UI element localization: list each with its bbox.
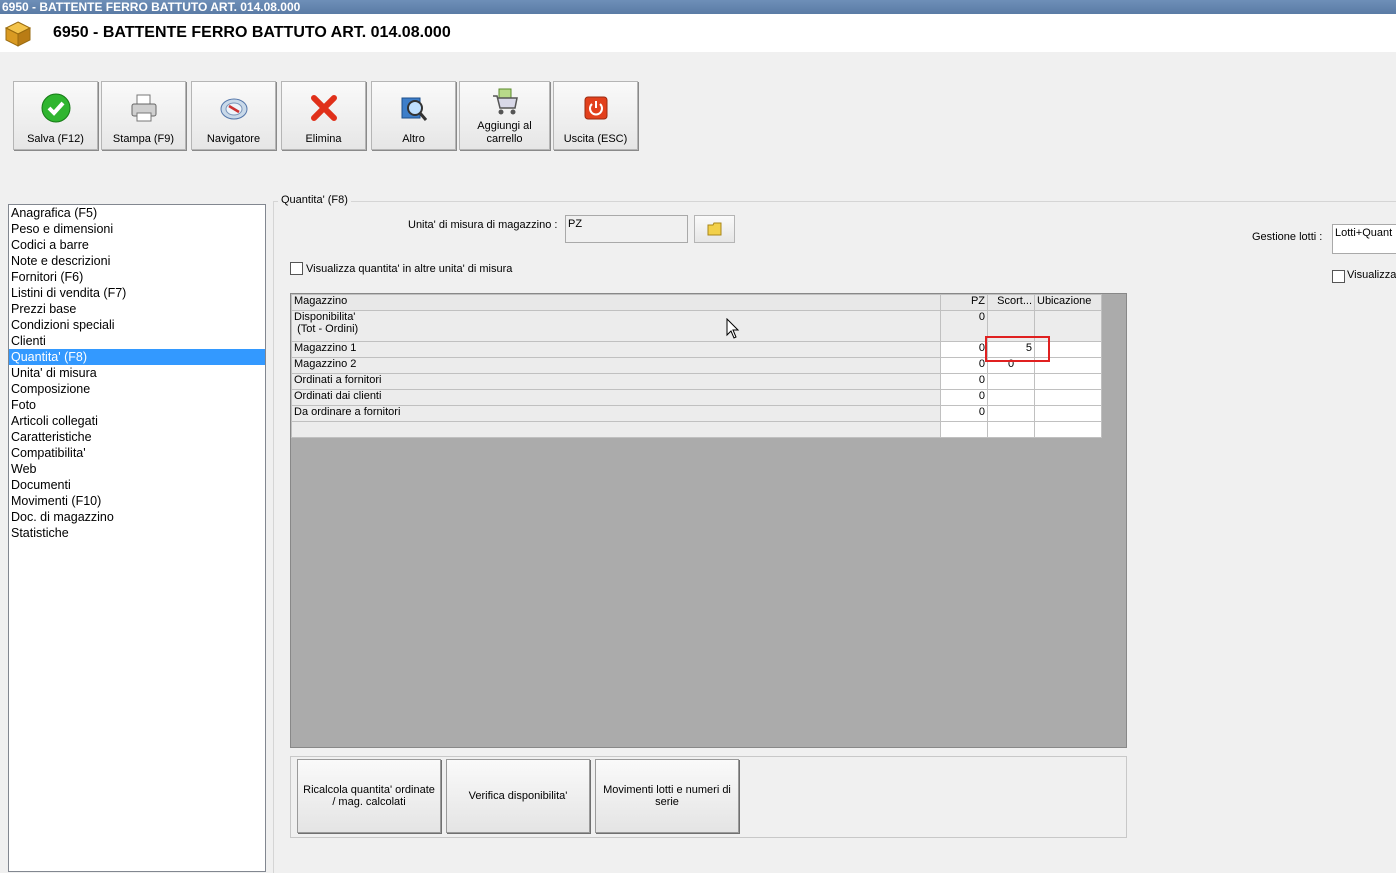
sidebar-item[interactable]: Fornitori (F6) [9, 269, 265, 285]
sidebar-item[interactable]: Codici a barre [9, 237, 265, 253]
add-to-cart-label: Aggiungi al carrello [477, 120, 532, 145]
lots-visualize-label: Visualizza [1347, 269, 1396, 281]
grid-header-row: Magazzino PZ Scort... Ubicazione [291, 294, 1102, 311]
column-header-magazzino[interactable]: Magazzino [291, 294, 941, 311]
cell-scorta[interactable] [987, 421, 1035, 438]
sidebar-item[interactable]: Peso e dimensioni [9, 221, 265, 237]
sidebar-item[interactable]: Listini di vendita (F7) [9, 285, 265, 301]
more-label: Altro [402, 133, 425, 145]
table-row[interactable]: Magazzino 1 0 5 [291, 341, 1102, 358]
add-to-cart-button[interactable]: Aggiungi al carrello [459, 81, 550, 150]
print-label: Stampa (F9) [112, 133, 175, 145]
row-name: Disponibilita' (Tot - Ordini) [291, 310, 941, 342]
column-header-scorta[interactable]: Scort... [987, 294, 1035, 311]
sidebar-item[interactable]: Composizione [9, 381, 265, 397]
sidebar-item[interactable]: Note e descrizioni [9, 253, 265, 269]
folder-icon [707, 222, 722, 236]
navigator-button[interactable]: Navigatore [191, 81, 276, 150]
sidebar-item[interactable]: Statistiche [9, 525, 265, 541]
lots-visualize-checkbox[interactable] [1332, 270, 1345, 283]
row-name [291, 421, 941, 438]
show-other-units-checkbox[interactable] [290, 262, 303, 275]
show-other-units-label: Visualizza quantita' in altre unita' di … [306, 263, 513, 275]
window-title-bar: 6950 - BATTENTE FERRO BATTUTO ART. 014.0… [0, 0, 1396, 14]
sidebar-item[interactable]: Unita' di misura [9, 365, 265, 381]
sidebar-item[interactable]: Articoli collegati [9, 413, 265, 429]
table-row[interactable]: Disponibilita' (Tot - Ordini) 0 [291, 310, 1102, 342]
sidebar-item[interactable]: Foto [9, 397, 265, 413]
uom-label: Unita' di misura di magazzino : [408, 219, 558, 231]
verify-availability-button[interactable]: Verifica disponibilita' [446, 759, 590, 833]
more-button[interactable]: Altro [371, 81, 456, 150]
cell-ubicazione[interactable] [1034, 405, 1102, 422]
table-row[interactable]: Ordinati dai clienti 0 [291, 389, 1102, 406]
header: 6950 - BATTENTE FERRO BATTUTO ART. 014.0… [0, 14, 1396, 52]
compass-icon [220, 98, 247, 120]
recalc-button[interactable]: Ricalcola quantita' ordinate / mag. calc… [297, 759, 441, 833]
navigator-label: Navigatore [206, 133, 261, 145]
uom-browse-button[interactable] [694, 215, 735, 243]
page-title: 6950 - BATTENTE FERRO BATTUTO ART. 014.0… [53, 24, 451, 41]
print-button[interactable]: Stampa (F9) [101, 81, 186, 150]
cell-pz[interactable]: 0 [940, 310, 988, 342]
sidebar-item[interactable]: Anagrafica (F5) [9, 205, 265, 221]
cell-pz[interactable]: 0 [940, 389, 988, 406]
highlight-box [985, 336, 1050, 362]
cell-scorta[interactable] [987, 389, 1035, 406]
sidebar-item[interactable]: Condizioni speciali [9, 317, 265, 333]
table-row-empty[interactable] [291, 421, 1102, 438]
cell-pz[interactable]: 0 [940, 373, 988, 390]
lots-select[interactable]: Lotti+Quant [1332, 224, 1396, 254]
warehouse-table: Magazzino PZ Scort... Ubicazione Disponi… [291, 294, 1102, 438]
sidebar-item[interactable]: Web [9, 461, 265, 477]
cell-pz[interactable]: 0 [940, 357, 988, 374]
cell-ubicazione[interactable] [1034, 421, 1102, 438]
magnifier-icon [401, 97, 427, 121]
delete-x-icon [310, 95, 337, 121]
sidebar: Anagrafica (F5) Peso e dimensioni Codici a… [8, 204, 266, 872]
sidebar-item[interactable]: Doc. di magazzino [9, 509, 265, 525]
cart-icon [492, 88, 518, 115]
exit-label: Uscita (ESC) [563, 133, 628, 145]
lots-moves-button[interactable]: Movimenti lotti e numeri di serie [595, 759, 739, 833]
sidebar-item[interactable]: Documenti [9, 477, 265, 493]
cell-pz[interactable]: 0 [940, 341, 988, 358]
column-header-pz[interactable]: PZ [940, 294, 988, 311]
mouse-cursor-icon [726, 318, 740, 339]
check-icon [41, 93, 70, 123]
delete-button[interactable]: Elimina [281, 81, 366, 150]
cell-ubicazione[interactable] [1034, 373, 1102, 390]
box-icon [4, 21, 32, 47]
cell-ubicazione[interactable] [1034, 389, 1102, 406]
uom-field[interactable]: PZ [565, 215, 688, 243]
exit-button[interactable]: Uscita (ESC) [553, 81, 638, 150]
cell-pz[interactable]: 0 [940, 405, 988, 422]
table-row[interactable]: Da ordinare a fornitori 0 [291, 405, 1102, 422]
row-name: Magazzino 1 [291, 341, 941, 358]
sidebar-item[interactable]: Clienti [9, 333, 265, 349]
row-name: Ordinati a fornitori [291, 373, 941, 390]
sidebar-item[interactable]: Caratteristiche [9, 429, 265, 445]
cell-pz[interactable] [940, 421, 988, 438]
row-name: Magazzino 2 [291, 357, 941, 374]
lots-label: Gestione lotti : [1252, 231, 1323, 243]
sidebar-item[interactable]: Quantita' (F8) [9, 349, 265, 365]
printer-icon [131, 94, 156, 122]
table-row[interactable]: Ordinati a fornitori 0 [291, 373, 1102, 390]
group-title: Quantita' (F8) [278, 194, 351, 206]
save-button[interactable]: Salva (F12) [13, 81, 98, 150]
sidebar-item[interactable]: Movimenti (F10) [9, 493, 265, 509]
row-name: Da ordinare a fornitori [291, 405, 941, 422]
cell-scorta[interactable] [987, 373, 1035, 390]
sidebar-item[interactable]: Compatibilita' [9, 445, 265, 461]
cell-scorta[interactable] [987, 405, 1035, 422]
power-icon [584, 96, 607, 120]
save-label: Salva (F12) [27, 133, 84, 145]
delete-label: Elimina [305, 133, 342, 145]
row-name: Ordinati dai clienti [291, 389, 941, 406]
sidebar-item[interactable]: Prezzi base [9, 301, 265, 317]
table-row[interactable]: Magazzino 2 0 0 [291, 357, 1102, 374]
column-header-ubicazione[interactable]: Ubicazione [1034, 294, 1102, 311]
